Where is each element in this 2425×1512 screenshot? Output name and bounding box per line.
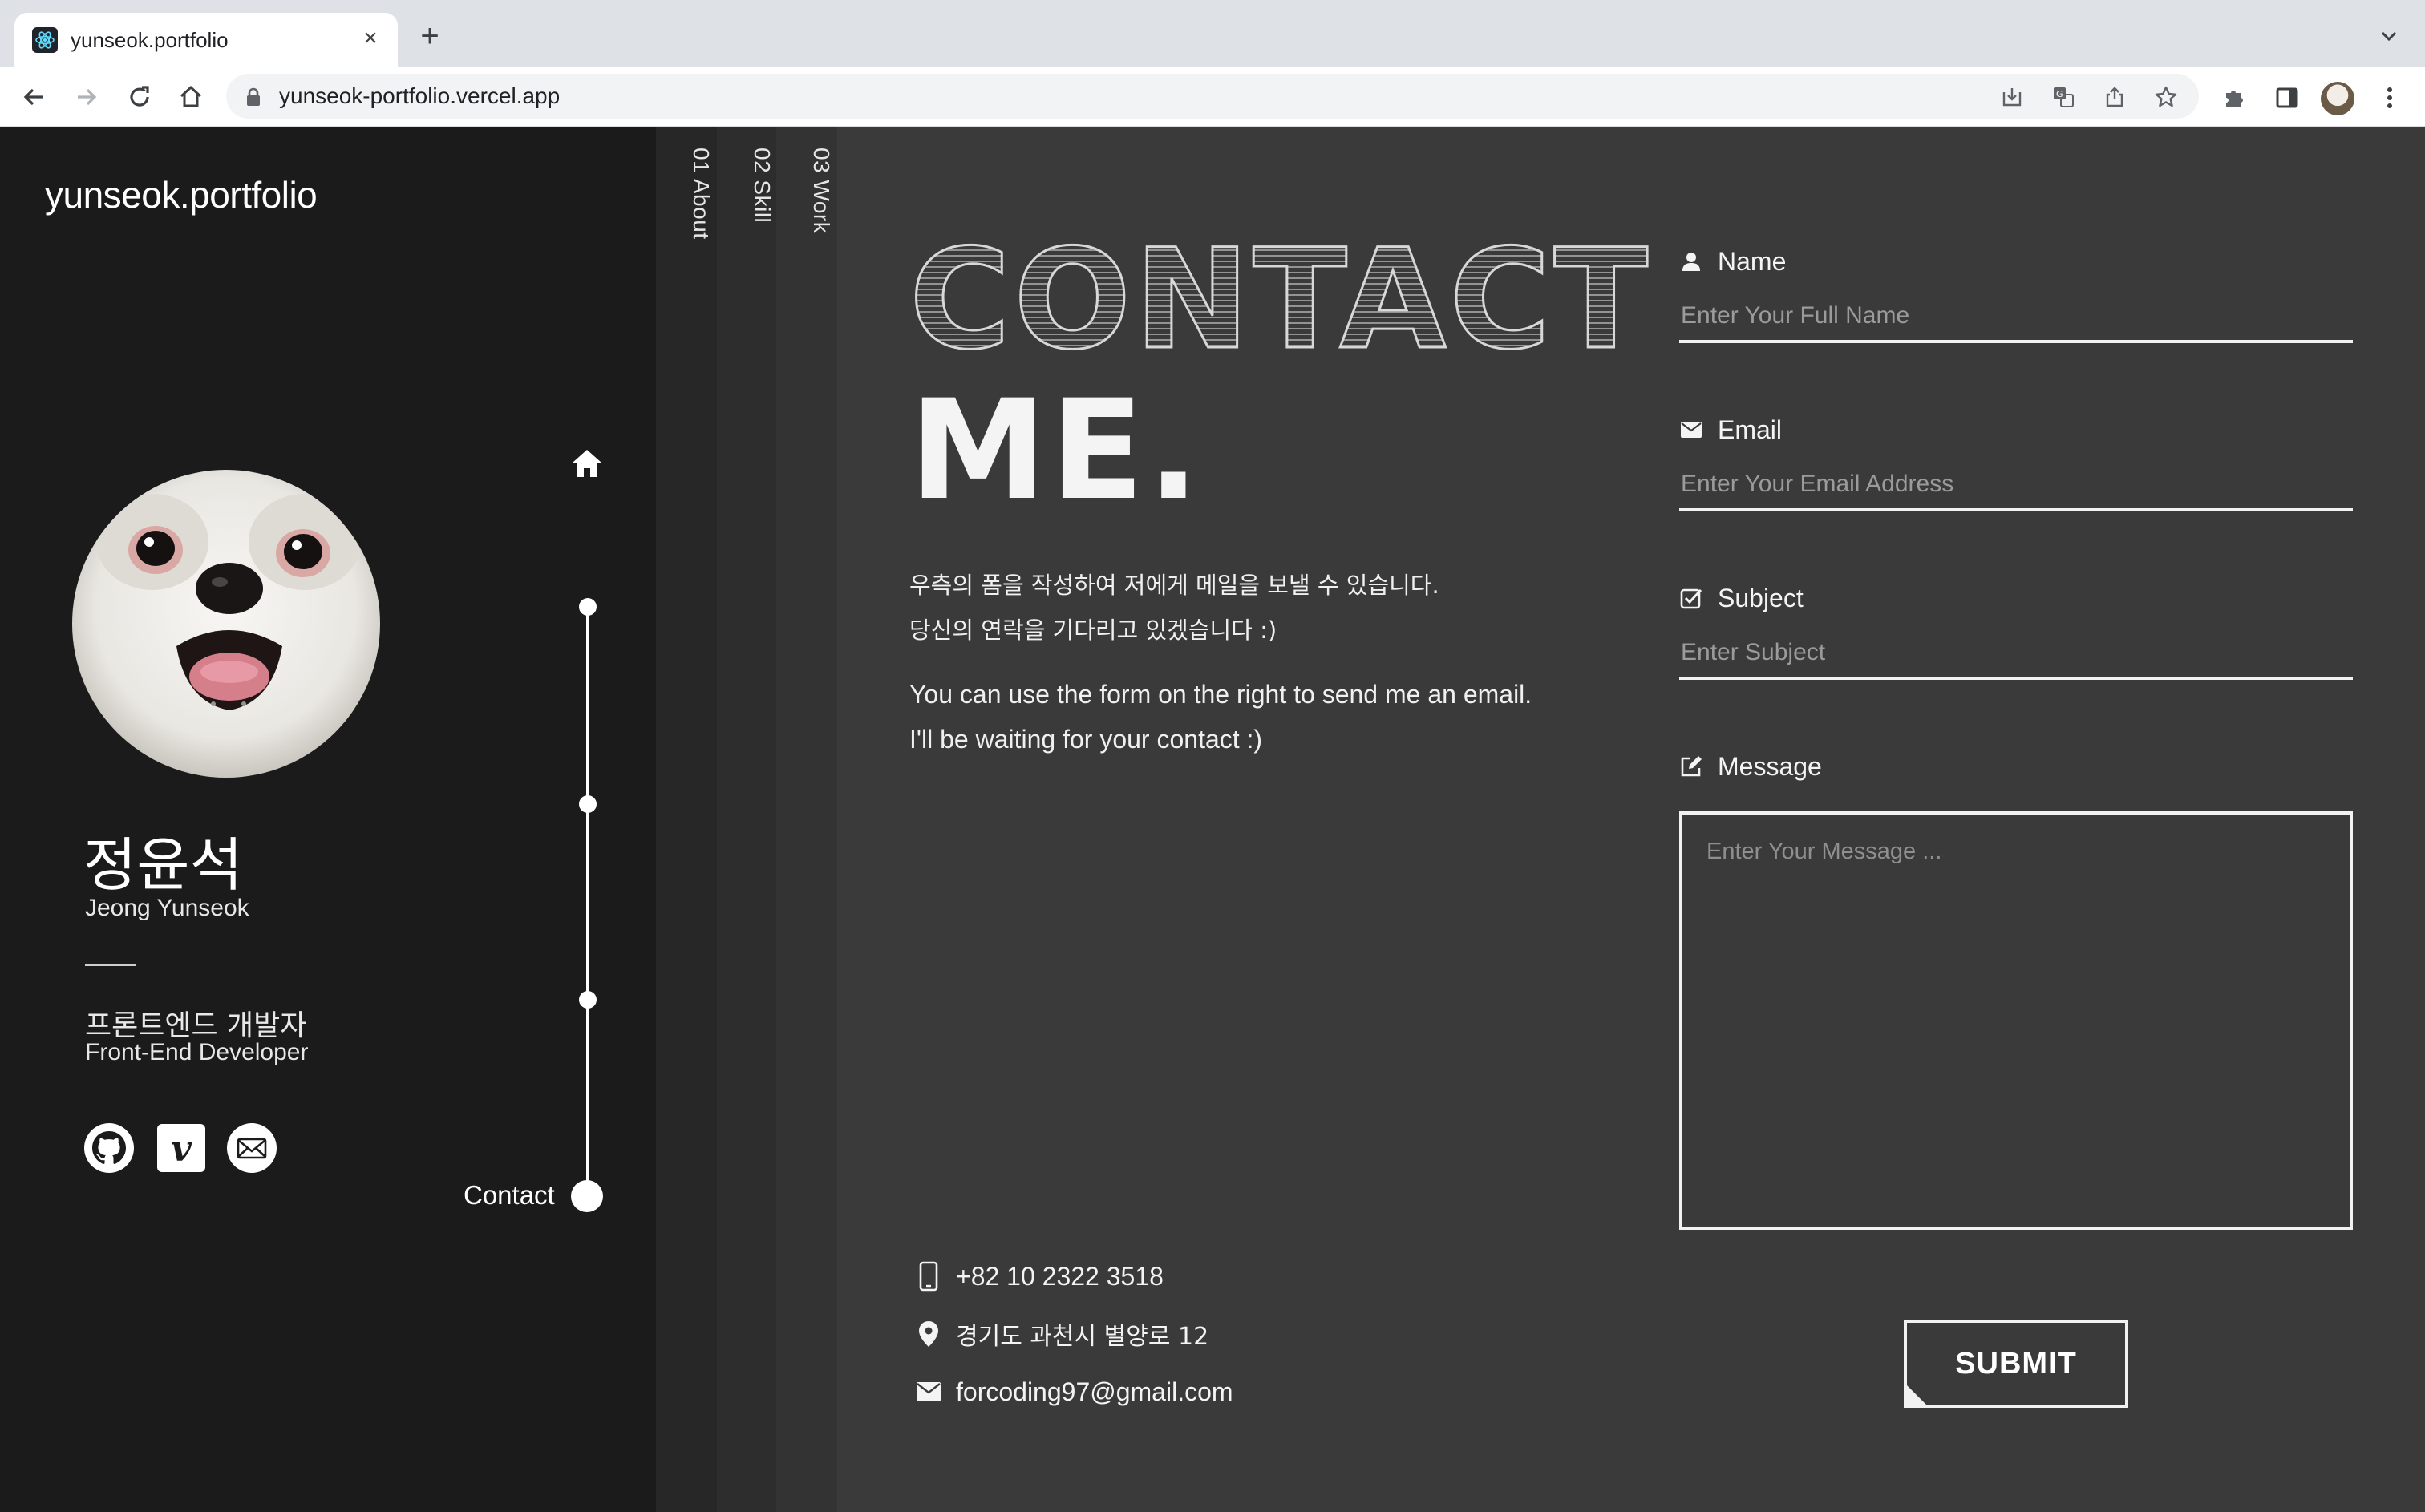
browser-tab-strip: yunseok.portfolio × + <box>0 0 2425 67</box>
description-english: You can use the form on the right to sen… <box>909 672 1532 762</box>
install-app-icon[interactable] <box>2000 85 2024 109</box>
url-text: yunseok-portfolio.vercel.app <box>279 83 561 108</box>
mail-icon[interactable] <box>226 1122 277 1174</box>
tab-work[interactable]: 03 Work <box>776 127 839 1512</box>
tab-title: yunseok.portfolio <box>71 28 229 52</box>
tab-search-chevron-icon[interactable] <box>2377 24 2401 48</box>
extensions-puzzle-icon[interactable] <box>2220 83 2249 112</box>
envelope-icon <box>913 1376 945 1408</box>
description-korean: 우측의 폼을 작성하여 저에게 메일을 보낼 수 있습니다. 당신의 연락을 기… <box>909 563 1439 653</box>
name-korean: 정윤석 <box>83 831 243 899</box>
name-input[interactable] <box>1679 292 2353 343</box>
share-icon[interactable] <box>2103 85 2127 109</box>
vimeo-icon[interactable]: v <box>156 1122 207 1174</box>
submit-corner-decoration <box>1907 1385 1928 1406</box>
tab-about[interactable]: 01 About <box>656 127 719 1512</box>
translate-icon[interactable]: G <box>2051 85 2075 109</box>
reload-icon[interactable] <box>123 81 156 113</box>
lock-icon <box>245 87 261 111</box>
timeline-dot-contact[interactable] <box>571 1180 603 1212</box>
contact-phone: +82 10 2322 3518 <box>913 1257 1164 1296</box>
envelope-icon <box>1679 418 1703 442</box>
description-ko-line2: 당신의 연락을 기다리고 있겠습니다 :) <box>909 617 1277 644</box>
timeline-dot-about[interactable] <box>579 598 597 616</box>
name-label-text: Name <box>1718 246 1787 276</box>
subject-input[interactable] <box>1679 629 2353 680</box>
new-tab-button[interactable]: + <box>414 20 446 53</box>
description-en-line2: I'll be waiting for your contact :) <box>909 725 1263 754</box>
email-input[interactable] <box>1679 460 2353 511</box>
address-text: 경기도 과천시 별양로 12 <box>956 1323 1209 1351</box>
phone-number: +82 10 2322 3518 <box>956 1261 1164 1291</box>
tab-about-label: 01 About <box>689 148 714 240</box>
phone-icon <box>913 1260 945 1292</box>
browser-tab[interactable]: yunseok.portfolio × <box>14 13 398 67</box>
contact-email: forcoding97@gmail.com <box>913 1373 1233 1411</box>
email-field-label: Email <box>1679 412 1782 447</box>
contact-heading-outline: CONTACT <box>908 219 1652 380</box>
subject-label-text: Subject <box>1718 583 1804 612</box>
tab-skill[interactable]: 02 Skill <box>717 127 779 1512</box>
timeline-dot-skill[interactable] <box>579 795 597 813</box>
edit-pencil-icon <box>1679 754 1703 778</box>
timeline-dot-work[interactable] <box>579 991 597 1009</box>
timeline-label-contact: Contact <box>464 1180 555 1210</box>
role-korean: 프론트엔드 개발자 <box>85 1009 307 1042</box>
tab-close-icon[interactable]: × <box>356 24 385 53</box>
section-timeline <box>586 606 589 1198</box>
svg-text:G: G <box>2056 89 2063 99</box>
profile-photo <box>72 470 380 778</box>
profile-avatar[interactable] <box>2321 82 2354 115</box>
forward-arrow-icon[interactable] <box>71 81 103 113</box>
description-ko-line1: 우측의 폼을 작성하여 저에게 메일을 보낼 수 있습니다. <box>909 572 1439 599</box>
map-pin-icon <box>913 1318 945 1350</box>
home-icon[interactable] <box>569 446 605 481</box>
chrome-menu-kebab-icon[interactable] <box>2375 83 2404 112</box>
message-textarea[interactable] <box>1679 811 2353 1230</box>
tab-work-label: 03 Work <box>809 148 834 234</box>
subject-field-label: Subject <box>1679 580 1804 616</box>
react-favicon-icon <box>32 27 58 53</box>
message-field-label: Message <box>1679 749 1822 784</box>
site-logo[interactable]: yunseok.portfolio <box>45 173 318 216</box>
contact-address: 경기도 과천시 별양로 12 <box>913 1315 1208 1353</box>
contact-heading-me: ME. <box>909 370 1203 531</box>
svg-text:v: v <box>171 1129 192 1170</box>
back-arrow-icon[interactable] <box>18 81 50 113</box>
github-icon[interactable] <box>83 1122 135 1174</box>
address-bar[interactable]: yunseok-portfolio.vercel.app G <box>226 74 2199 119</box>
user-icon <box>1679 249 1703 273</box>
name-field-label: Name <box>1679 244 1786 279</box>
message-label-text: Message <box>1718 751 1822 781</box>
submit-button[interactable]: SUBMIT <box>1904 1320 2128 1408</box>
email-address[interactable]: forcoding97@gmail.com <box>956 1377 1233 1407</box>
tab-skill-label: 02 Skill <box>750 148 775 224</box>
portfolio-page: yunseok.portfolio 정윤석 Jeong Yunseok 프론트엔… <box>0 127 2425 1512</box>
email-label-text: Email <box>1718 414 1783 444</box>
role-english: Front-End Developer <box>85 1039 309 1065</box>
side-panel-icon[interactable] <box>2273 83 2302 112</box>
browser-toolbar: yunseok-portfolio.vercel.app G <box>0 67 2425 127</box>
name-english: Jeong Yunseok <box>85 895 249 921</box>
bookmark-star-icon[interactable] <box>2154 85 2178 109</box>
contact-section: CONTACT ME. 우측의 폼을 작성하여 저에게 메일을 보낼 수 있습니… <box>837 127 2425 1512</box>
home-icon[interactable] <box>175 81 207 113</box>
description-en-line1: You can use the form on the right to sen… <box>909 680 1532 709</box>
name-divider <box>85 964 136 966</box>
profile-sidebar: yunseok.portfolio 정윤석 Jeong Yunseok 프론트엔… <box>0 127 656 1512</box>
checkbox-icon <box>1679 586 1703 610</box>
